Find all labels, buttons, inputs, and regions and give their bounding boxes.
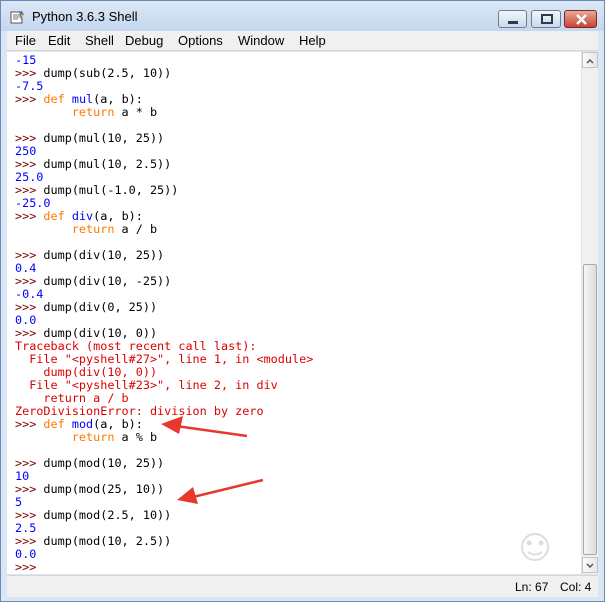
scroll-up-button[interactable] <box>582 52 598 68</box>
watermark-logo <box>521 533 549 561</box>
line-number: Ln: 67 <box>515 580 549 594</box>
vertical-scrollbar[interactable] <box>581 52 598 574</box>
red-arrow-icon <box>177 478 264 504</box>
scroll-thumb[interactable] <box>583 264 597 555</box>
idle-shell-window: Python 3.6.3 Shell File Edit Shell Debug… <box>0 0 605 602</box>
column-number: Col: 4 <box>560 580 592 594</box>
annotation-arrows <box>161 416 264 504</box>
chevron-up-icon <box>586 58 594 64</box>
scroll-down-button[interactable] <box>582 557 598 573</box>
red-arrow-icon <box>161 416 248 438</box>
status-bar: Ln: 67 Col: 4 <box>7 575 598 597</box>
chevron-down-icon <box>586 563 594 569</box>
